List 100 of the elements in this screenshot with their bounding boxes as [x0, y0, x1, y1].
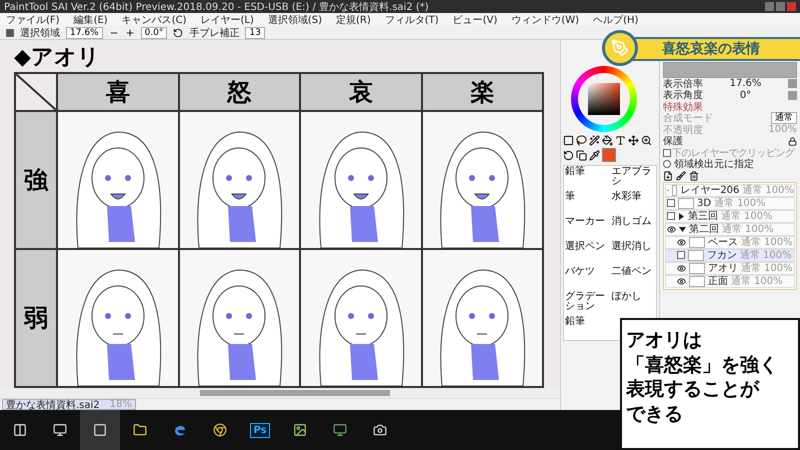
visibility-toggle[interactable] [667, 212, 675, 220]
layer-mode: 通常 [722, 222, 742, 236]
clip-checkbox[interactable] [663, 148, 671, 157]
menu-item[interactable]: ビュー(V) [452, 12, 498, 26]
layer-row[interactable]: 3D 通常 100% [665, 196, 795, 210]
menu-item[interactable]: レイヤー(L) [200, 12, 254, 26]
blend-label: 合成モード [663, 112, 713, 124]
layer-name: 第三回 [688, 210, 718, 223]
browser-icon[interactable] [213, 423, 227, 437]
magic-wand-icon[interactable] [589, 135, 600, 146]
selection-rect-icon[interactable] [563, 135, 574, 146]
rotate-button[interactable] [788, 90, 797, 100]
app-window-icon[interactable] [93, 423, 107, 437]
layer-opacity: 100% [764, 236, 793, 248]
layer-thumbnail [689, 276, 705, 286]
lock-icon[interactable] [788, 136, 797, 146]
browser-edge-icon[interactable] [173, 423, 187, 437]
layer-mode: 通常 [741, 262, 761, 275]
layer-name: レイヤー206 [680, 184, 740, 197]
menu-item[interactable]: ファイル(F) [6, 12, 60, 26]
image-app-icon[interactable] [293, 423, 307, 437]
protect-label: 保護 [663, 134, 683, 148]
layer-row[interactable]: 第三回 通常 100% [665, 210, 795, 222]
opacity-value: 100% [768, 124, 797, 136]
visibility-toggle[interactable] [677, 251, 685, 259]
new-layer-icon[interactable] [663, 170, 673, 181]
stabilizer-field[interactable]: 13 [245, 26, 265, 38]
windows-start-icon[interactable] [13, 423, 27, 437]
layer-opacity: 100% [763, 250, 792, 260]
layer-name: アオリ [708, 262, 738, 275]
layer-row[interactable]: フカン 通常 100% [665, 248, 795, 262]
lasso-icon[interactable] [576, 135, 587, 146]
pen-nib-icon [602, 30, 638, 66]
selection-checkbox[interactable] [6, 28, 14, 36]
folder-toggle-icon[interactable] [679, 226, 686, 232]
zoom-button[interactable] [788, 79, 797, 88]
layer-name: 3D [697, 198, 712, 208]
color-square[interactable] [588, 83, 620, 115]
camera-icon[interactable] [373, 423, 387, 437]
zoom-in-icon[interactable] [124, 28, 135, 38]
layer-row[interactable]: 第二回 通常 100% [665, 222, 795, 236]
clip-label: 下のレイヤーでクリッピング [672, 146, 794, 159]
folder-icon[interactable] [133, 423, 147, 437]
layer-mode: 通常 [742, 184, 762, 197]
menu-item[interactable]: ウィンドウ(W) [511, 12, 580, 26]
menu-item[interactable]: ヘルプ(H) [593, 12, 638, 26]
zoom-icon[interactable] [641, 135, 652, 146]
scrollbar-thumb[interactable] [200, 390, 390, 396]
folder-toggle-icon[interactable] [678, 212, 685, 220]
task-view-icon[interactable] [53, 423, 67, 437]
text-tool-icon[interactable] [615, 135, 626, 146]
rotate-icon[interactable] [173, 28, 184, 38]
row-header: 弱 [16, 250, 56, 386]
selection-label: 選択領域 [20, 26, 60, 40]
layer-thumbnail [689, 262, 705, 274]
blend-dropdown[interactable]: 通常 [771, 112, 797, 124]
detect-radio[interactable] [663, 160, 671, 168]
column-header: 怒 [180, 74, 299, 110]
document-tab[interactable]: 豊かな表情資料.sai2 18% [2, 399, 136, 410]
layer-thumbnail [672, 184, 678, 196]
stabilizer-label: 手ブレ補正 [189, 26, 240, 40]
photoshop-icon[interactable]: Ps [250, 422, 270, 438]
layer-row[interactable]: ベース 通常 100% [665, 236, 795, 248]
layer-thumbnail [688, 250, 704, 260]
zoom-field[interactable]: 17.6% [66, 26, 103, 38]
layer-name: 第二回 [689, 223, 719, 236]
effects-label: 特殊効果 [663, 100, 703, 113]
zoom-value: 17.6% [730, 78, 762, 90]
layer-thumbnail [678, 198, 694, 208]
rotate-icon[interactable] [563, 150, 574, 160]
copy-icon[interactable] [576, 150, 587, 160]
layer-row[interactable]: 正面 通常 100% [665, 274, 795, 288]
menu-item[interactable]: 選択領域(S) [268, 12, 322, 26]
layer-mode: 通常 [721, 210, 741, 223]
delete-icon[interactable] [689, 170, 699, 181]
brush-icon[interactable] [676, 170, 686, 181]
column-header: 哀 [301, 74, 420, 110]
layer-mode: 通常 [714, 196, 734, 210]
visibility-toggle[interactable] [667, 199, 675, 207]
opacity-label: 不透明度 [663, 124, 703, 136]
window-title: PaintTool SAI Ver.2 (64bit) Preview.2018.09.20 - ESD-USB (E:) / 豊かな表情資料.sai2 (*) [4, 0, 429, 14]
angle-field[interactable]: 0.0° [140, 26, 168, 38]
current-color-swatch[interactable] [602, 148, 616, 162]
layer-name: フカン [707, 249, 737, 262]
layer-opacity: 100% [744, 210, 773, 222]
menu-item[interactable]: フィルタ(T) [384, 12, 439, 26]
layer-name: ベース [708, 236, 738, 249]
layer-thumbnail [689, 236, 705, 248]
move-icon[interactable] [628, 135, 639, 146]
layer-row[interactable]: レイヤー206 通常 100% [665, 184, 795, 196]
menu-item[interactable]: キャンバス(C) [122, 12, 186, 26]
app-icon[interactable] [333, 423, 347, 437]
menu-item[interactable]: 編集(E) [74, 12, 108, 26]
detect-label: 領域検出元に指定 [674, 158, 754, 172]
bucket-icon[interactable] [602, 135, 613, 146]
layer-row[interactable]: アオリ 通常 100% [665, 262, 795, 274]
eyedropper-icon[interactable] [589, 150, 600, 160]
layer-mode: 通常 [731, 274, 751, 288]
menu-item[interactable]: 定規(R) [336, 12, 371, 26]
layer-opacity: 100% [765, 184, 794, 196]
